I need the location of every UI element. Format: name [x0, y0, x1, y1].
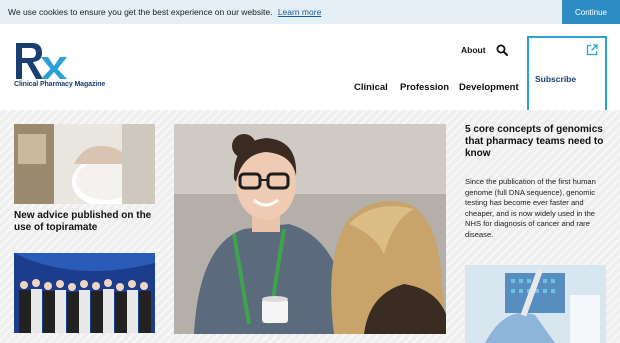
- genomics-summary: Since the publication of the first human…: [465, 177, 596, 239]
- pregnant-woman-photo: [14, 124, 155, 204]
- nav-profession[interactable]: Profession: [400, 82, 449, 93]
- rx-logo[interactable]: Rx: [14, 41, 74, 81]
- search-icon[interactable]: [496, 44, 508, 56]
- pharmacist-conversation-photo: [174, 124, 446, 334]
- cookie-banner: We use cookies to ensure you get the bes…: [0, 0, 620, 24]
- genomics-article-image[interactable]: [465, 265, 606, 343]
- group-photo: [14, 253, 155, 333]
- external-link-icon: [586, 44, 598, 56]
- group-article-image[interactable]: [14, 253, 155, 333]
- topiramate-headline[interactable]: New advice published on the use of topir…: [14, 210, 156, 234]
- genomics-headline[interactable]: 5 core concepts of genomics that pharmac…: [465, 124, 605, 160]
- site-tagline: Clinical Pharmacy Magazine: [14, 81, 106, 88]
- featured-article-image[interactable]: [174, 124, 446, 334]
- lab-pipette-photo: [465, 265, 606, 343]
- cookie-message: We use cookies to ensure you get the bes…: [8, 7, 273, 17]
- topiramate-article-image[interactable]: [14, 124, 155, 204]
- subscribe-button[interactable]: Subscribe: [527, 36, 607, 118]
- continue-button[interactable]: Continue: [562, 0, 620, 24]
- nav-about[interactable]: About: [461, 45, 486, 55]
- nav-clinical[interactable]: Clinical: [354, 82, 388, 93]
- site-header: Rx Clinical Pharmacy Magazine About Clin…: [0, 24, 620, 118]
- cookie-message-wrap: We use cookies to ensure you get the bes…: [8, 7, 321, 17]
- subscribe-label: Subscribe: [535, 74, 577, 84]
- nav-development[interactable]: Development: [459, 82, 519, 93]
- learn-more-link[interactable]: Learn more: [278, 7, 321, 17]
